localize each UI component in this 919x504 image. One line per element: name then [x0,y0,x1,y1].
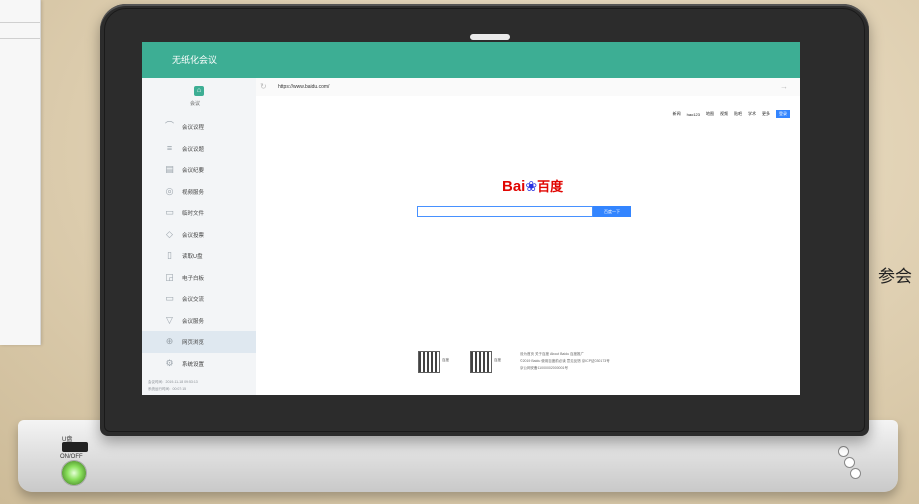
sidebar-item-label: 电子白板 [182,275,205,282]
web-page: 新闻 hao123 地图 视频 贴吧 学术 更多 登录 Bai❀百度 百度一下 … [256,96,800,395]
notes-icon: ▤ [165,164,174,174]
sidebar-item-label: 视频服务 [182,189,205,196]
sidebar-item-label: 会议纪要 [182,168,205,174]
hardware-button[interactable] [838,446,849,457]
sidebar-item-label: 会议服务 [182,318,205,325]
sidebar-item-chat[interactable]: ▭ 会议交流 [142,288,256,310]
home-nav[interactable]: ⌂ 会议 [142,84,256,114]
whiteboard-icon: ◲ [165,271,174,282]
url-input[interactable]: https://www.baidu.com/ [278,84,329,90]
chat-icon: ▭ [165,293,174,303]
login-button[interactable]: 登录 [776,110,790,118]
app-header: 无纸化会议 [142,42,800,78]
sidebar-item-video[interactable]: ◎ 视频服务 [142,181,256,203]
nav-link[interactable]: hao123 [687,112,700,117]
sidebar-item-settings[interactable]: ⚙ 系统设置 [142,353,256,375]
sidebar: ⌂ 会议 ⌒ 会议议程 ≡ 会议议题 ▤ 会议纪要 ◎ 视频服务 ▭ 临时文件 [142,78,257,395]
sidebar-item-label: 网页浏览 [182,340,205,346]
baidu-nav: 新闻 hao123 地图 视频 贴吧 学术 更多 登录 [673,110,790,118]
service-icon: ▽ [166,314,173,325]
usb-icon: ▯ [167,250,172,260]
nav-link[interactable]: 贴吧 [734,111,742,117]
folder-icon: ▭ [165,207,174,217]
screen: 无纸化会议 ⌂ 会议 ⌒ 会议议程 ≡ 会议议题 ▤ 会议纪要 ◎ 视频服务 ▭… [142,42,800,395]
sidebar-item-service[interactable]: ▽ 会议服务 [142,310,256,332]
sidebar-menu: ⌒ 会议议程 ≡ 会议议题 ▤ 会议纪要 ◎ 视频服务 ▭ 临时文件 ◇ 会议投… [142,116,256,374]
agenda-icon: ⌒ [164,121,174,131]
camera-indicator [470,34,510,40]
sidebar-item-minutes[interactable]: ▤ 会议纪要 [142,159,256,181]
home-icon: ⌂ [194,86,204,96]
usb-port [62,442,88,452]
nav-link[interactable]: 视频 [720,111,728,117]
baidu-logo: Bai❀百度 [502,176,563,195]
go-arrow-icon[interactable]: → [780,82,788,92]
document-rule [0,38,40,39]
nav-link[interactable]: 更多 [762,111,770,117]
footer-icp: 京公网安备11000002000001号 [520,366,568,370]
meeting-time: 会议时间：2019-11-18 09:53:13 [148,380,198,384]
document-rule [0,22,40,23]
hardware-button[interactable] [850,468,861,479]
app-title: 无纸化会议 [172,55,218,65]
sidebar-item-label: 会议投票 [182,232,205,239]
sidebar-item-label: 会议议程 [182,125,205,131]
sidebar-item-label: 临时文件 [182,211,205,217]
hardware-button[interactable] [844,457,855,468]
sidebar-item-vote[interactable]: ◇ 会议投票 [142,224,256,246]
qr-label: 百度 [442,358,449,362]
reload-icon[interactable]: ↻ [260,82,267,92]
paw-icon: ❀ [525,178,538,194]
logo-text-right: 百度 [537,179,564,194]
sidebar-item-agenda[interactable]: ⌒ 会议议程 [142,116,256,138]
nav-link[interactable]: 学术 [748,111,756,117]
qr-code [470,351,492,373]
address-bar: ↻ https://www.baidu.com/ → [256,78,800,97]
sidebar-item-usb[interactable]: ▯ 读取U盘 [142,245,256,267]
uptime: 系统运行时间：00:07:15 [148,387,187,391]
globe-icon: ⊕ [165,336,174,346]
sidebar-item-whiteboard[interactable]: ◲ 电子白板 [142,267,256,289]
search-button[interactable]: 百度一下 [593,206,631,217]
power-label: ON/OFF [60,454,83,460]
sidebar-item-label: 读取U盘 [182,254,203,260]
sidebar-item-label: 系统设置 [182,361,205,368]
video-icon: ◎ [165,185,174,196]
settings-icon: ⚙ [165,357,174,368]
footer-copyright: ©2019 Baidu 使用百度前必读 意见反馈 京ICP证030173号 [520,359,610,363]
sidebar-item-topics[interactable]: ≡ 会议议题 [142,138,256,160]
qr-code [418,351,440,373]
nav-link[interactable]: 新闻 [673,111,681,117]
sidebar-item-label: 会议议题 [182,146,205,153]
power-button[interactable] [61,460,87,486]
qr-label: 百度 [494,358,501,362]
nav-link[interactable]: 地图 [706,111,714,117]
background-document [0,0,41,345]
search-input[interactable] [417,206,593,217]
home-label: 会议 [190,101,201,107]
sidebar-item-web[interactable]: ⊕ 网页浏览 [142,331,256,353]
vote-icon: ◇ [166,228,173,239]
list-icon: ≡ [166,142,173,153]
logo-text-left: Bai [502,178,526,195]
sidebar-item-label: 会议交流 [182,297,205,303]
footer-links[interactable]: 设为首页 关于百度 About Baidu 百度推广 [520,352,584,357]
sidebar-item-temp-files[interactable]: ▭ 临时文件 [142,202,256,224]
background-text: 参会 [878,267,912,286]
